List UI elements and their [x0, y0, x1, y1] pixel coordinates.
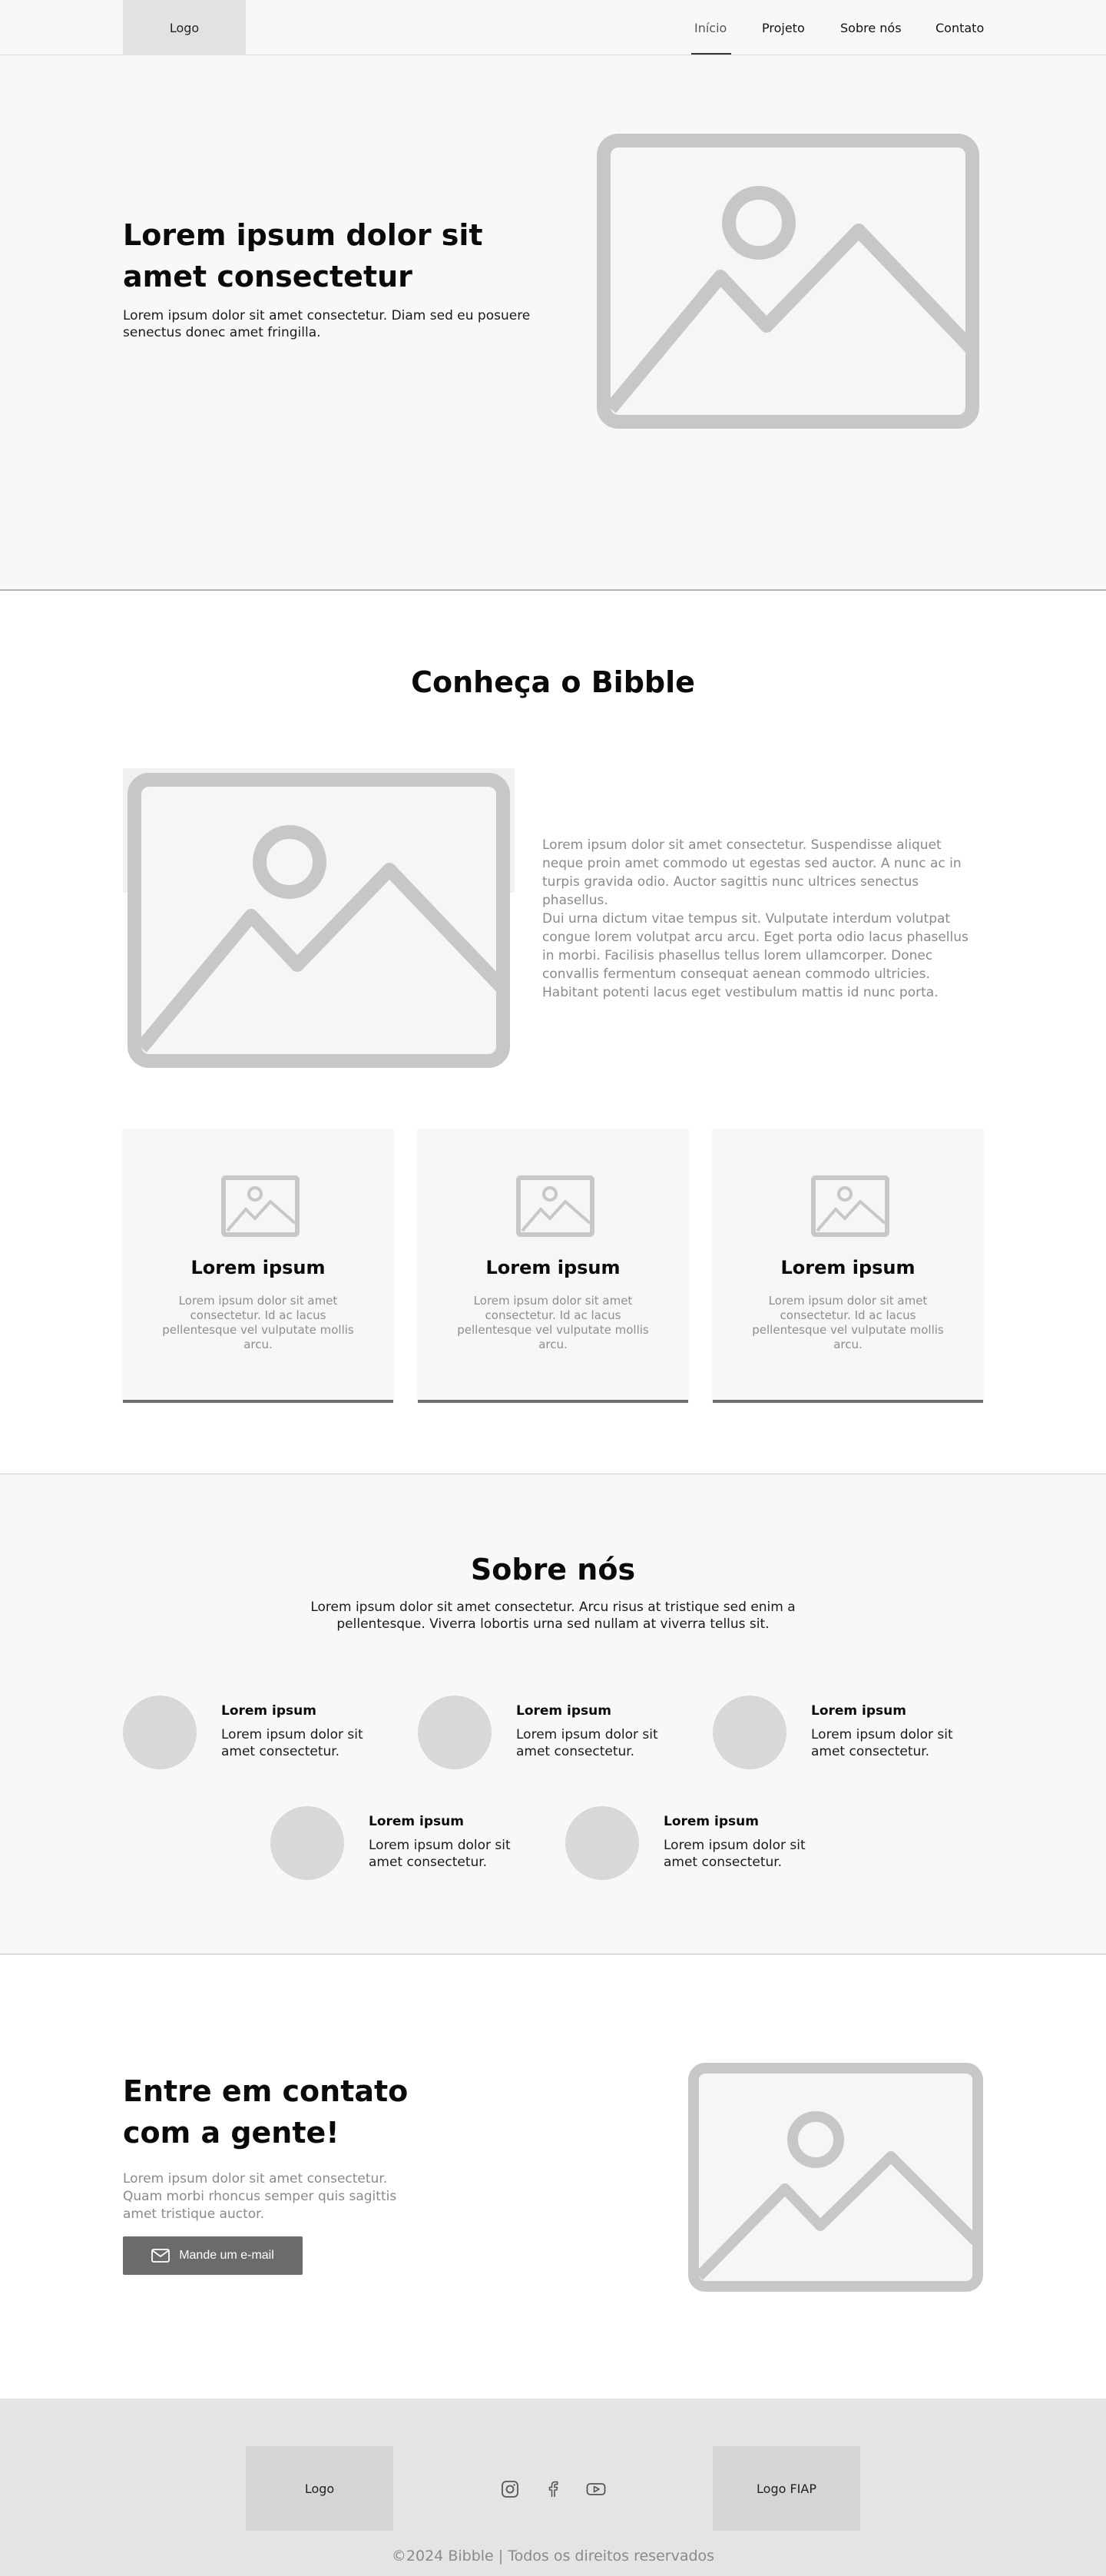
contato-text: Lorem ipsum dolor sit amet consectetur. … [123, 2171, 397, 2222]
card-title: Lorem ipsum [485, 1257, 621, 1278]
member-name: Lorem ipsum [664, 1814, 759, 1829]
copyright-text: ©2024 Bibble | Todos os direitos reserva… [391, 2548, 715, 2564]
member-text: Lorem ipsum dolor sit amet consectetur. [369, 1838, 511, 1870]
feature-card[interactable]: Lorem ipsum Lorem ipsum dolor sit amet c… [123, 1129, 393, 1403]
contato-title: Entre em contato com a gente! [123, 2074, 409, 2150]
hero-title: Lorem ipsum dolor sit amet consectetur [123, 218, 483, 293]
member-name: Lorem ipsum [811, 1703, 906, 1719]
projeto-section: Conheça o Bibble Lorem ipsum dolor sit a… [0, 592, 1106, 1474]
card-text: Lorem ipsum dolor sit amet consectetur. … [752, 1294, 944, 1351]
card-title: Lorem ipsum [780, 1257, 916, 1278]
footer-logo-fiap-label: Logo FIAP [757, 2481, 816, 2496]
projeto-paragraph-2: Dui urna dictum vitae tempus sit. Vulput… [542, 911, 969, 1000]
sobre-title: Sobre nós [470, 1553, 636, 1586]
nav-link-projeto[interactable]: Projeto [762, 0, 805, 55]
member-text: Lorem ipsum dolor sit amet consectetur. [516, 1727, 658, 1759]
contato-section: Entre em contato com a gente! Lorem ipsu… [0, 1955, 1106, 2399]
feature-card[interactable]: Lorem ipsum Lorem ipsum dolor sit amet c… [418, 1129, 688, 1403]
facebook-icon[interactable] [542, 2478, 564, 2500]
youtube-icon[interactable] [585, 2478, 607, 2500]
avatar [123, 1696, 197, 1769]
member-name: Lorem ipsum [516, 1703, 611, 1719]
email-button-label: Mande um e-mail [179, 2249, 274, 2262]
mail-icon [151, 2249, 171, 2263]
nav-link-inicio[interactable]: Início [694, 0, 727, 55]
image-placeholder-icon [516, 1175, 594, 1237]
footer-logo[interactable]: Logo [246, 2446, 393, 2531]
hero-text: Lorem ipsum dolor sit amet consectetur. … [123, 308, 531, 340]
image-placeholder-icon [127, 773, 510, 1068]
feature-card[interactable]: Lorem ipsum Lorem ipsum dolor sit amet c… [713, 1129, 983, 1403]
projeto-paragraph-1: Lorem ipsum dolor sit amet consectetur. … [542, 837, 962, 908]
image-placeholder-icon [597, 134, 979, 429]
member-text: Lorem ipsum dolor sit amet consectetur. [664, 1838, 806, 1870]
avatar [713, 1696, 786, 1769]
hero-section: Lorem ipsum dolor sit amet consectetur L… [0, 55, 1106, 591]
avatar [270, 1806, 344, 1880]
avatar [418, 1696, 492, 1769]
image-placeholder-icon [688, 2063, 983, 2292]
logo-label: Logo [169, 20, 200, 35]
top-navbar: Logo Início Projeto Sobre nós Contato [0, 0, 1106, 55]
logo[interactable]: Logo [123, 0, 246, 55]
image-placeholder-icon [221, 1175, 300, 1237]
sobre-section: Sobre nós Lorem ipsum dolor sit amet con… [0, 1474, 1106, 1954]
nav-link-label: Contato [935, 20, 985, 35]
nav-link-sobre-nos[interactable]: Sobre nós [840, 0, 902, 55]
nav-link-label: Sobre nós [840, 20, 902, 35]
sobre-text: Lorem ipsum dolor sit amet consectetur. … [310, 1600, 796, 1632]
member-text: Lorem ipsum dolor sit amet consectetur. [221, 1727, 363, 1759]
footer-logo-label: Logo [304, 2481, 335, 2496]
avatar [565, 1806, 639, 1880]
member-name: Lorem ipsum [221, 1703, 316, 1719]
projeto-title: Conheça o Bibble [411, 665, 695, 699]
instagram-icon[interactable] [499, 2478, 521, 2500]
nav-link-contato[interactable]: Contato [935, 0, 984, 55]
card-text: Lorem ipsum dolor sit amet consectetur. … [457, 1294, 649, 1351]
active-nav-underline [691, 53, 731, 55]
image-placeholder-icon [811, 1175, 889, 1237]
nav-link-label: Início [694, 20, 727, 35]
member-text: Lorem ipsum dolor sit amet consectetur. [811, 1727, 953, 1759]
card-text: Lorem ipsum dolor sit amet consectetur. … [162, 1294, 354, 1351]
nav-link-label: Projeto [762, 20, 805, 35]
footer: Logo Logo FIAP ©2024 Bibble | Todos os d… [0, 2399, 1106, 2576]
footer-logo-fiap[interactable]: Logo FIAP [713, 2446, 860, 2531]
card-title: Lorem ipsum [190, 1257, 326, 1278]
member-name: Lorem ipsum [369, 1814, 464, 1829]
email-button[interactable]: Mande um e-mail [123, 2236, 303, 2275]
